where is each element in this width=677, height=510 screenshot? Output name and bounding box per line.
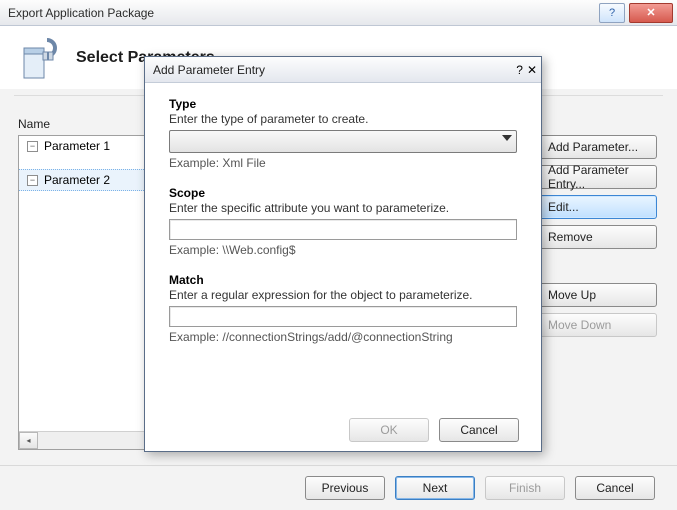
type-desc: Enter the type of parameter to create. [169, 112, 517, 126]
add-parameter-button[interactable]: Add Parameter... [539, 135, 657, 159]
outer-titlebar: Export Application Package ? ✕ [0, 0, 677, 26]
wizard-window: Export Application Package ? ✕ Select Pa… [0, 0, 677, 510]
chevron-down-icon [502, 135, 512, 141]
dialog-titlebar: Add Parameter Entry ? ✕ [145, 57, 541, 83]
finish-button[interactable]: Finish [485, 476, 565, 500]
dialog-help-button[interactable]: ? [516, 63, 523, 77]
add-parameter-entry-dialog: Add Parameter Entry ? ✕ Type Enter the t… [144, 56, 542, 452]
cancel-button[interactable]: Cancel [575, 476, 655, 500]
window-title: Export Application Package [0, 6, 154, 20]
dialog-body: Type Enter the type of parameter to crea… [145, 83, 541, 409]
dialog-ok-button[interactable]: OK [349, 418, 429, 442]
dialog-cancel-button[interactable]: Cancel [439, 418, 519, 442]
scope-group: Scope Enter the specific attribute you w… [169, 186, 517, 257]
match-example: Example: //connectionStrings/add/@connec… [169, 330, 517, 344]
match-desc: Enter a regular expression for the objec… [169, 288, 517, 302]
tree-item-label: Parameter 1 [44, 139, 110, 153]
add-parameter-entry-button[interactable]: Add Parameter Entry... [539, 165, 657, 189]
remove-button[interactable]: Remove [539, 225, 657, 249]
move-up-button[interactable]: Move Up [539, 283, 657, 307]
scope-input[interactable] [169, 219, 517, 240]
scope-example: Example: \\Web.config$ [169, 243, 517, 257]
side-button-panel: Add Parameter... Add Parameter Entry... … [539, 135, 657, 337]
help-icon: ? [609, 7, 615, 19]
close-icon: ✕ [527, 63, 537, 77]
match-label: Match [169, 273, 517, 287]
help-icon: ? [516, 63, 523, 77]
expander-icon[interactable]: − [27, 141, 38, 152]
dialog-close-button[interactable]: ✕ [527, 63, 537, 77]
close-icon: ✕ [646, 6, 655, 19]
move-down-button[interactable]: Move Down [539, 313, 657, 337]
window-close-button[interactable]: ✕ [629, 3, 673, 23]
edit-button[interactable]: Edit... [539, 195, 657, 219]
window-help-button[interactable]: ? [599, 3, 625, 23]
scope-desc: Enter the specific attribute you want to… [169, 201, 517, 215]
dialog-footer: OK Cancel [145, 409, 541, 451]
type-group: Type Enter the type of parameter to crea… [169, 97, 517, 170]
type-combobox[interactable] [169, 130, 517, 153]
expander-icon[interactable]: − [27, 175, 38, 186]
match-group: Match Enter a regular expression for the… [169, 273, 517, 344]
package-icon [14, 34, 62, 82]
wizard-footer: Previous Next Finish Cancel [0, 465, 677, 510]
type-label: Type [169, 97, 517, 111]
dialog-title: Add Parameter Entry [145, 63, 265, 77]
tree-item-label: Parameter 2 [44, 173, 110, 187]
previous-button[interactable]: Previous [305, 476, 385, 500]
type-example: Example: Xml File [169, 156, 517, 170]
scope-label: Scope [169, 186, 517, 200]
scroll-left-icon[interactable]: ◂ [19, 432, 38, 449]
next-button[interactable]: Next [395, 476, 475, 500]
match-input[interactable] [169, 306, 517, 327]
